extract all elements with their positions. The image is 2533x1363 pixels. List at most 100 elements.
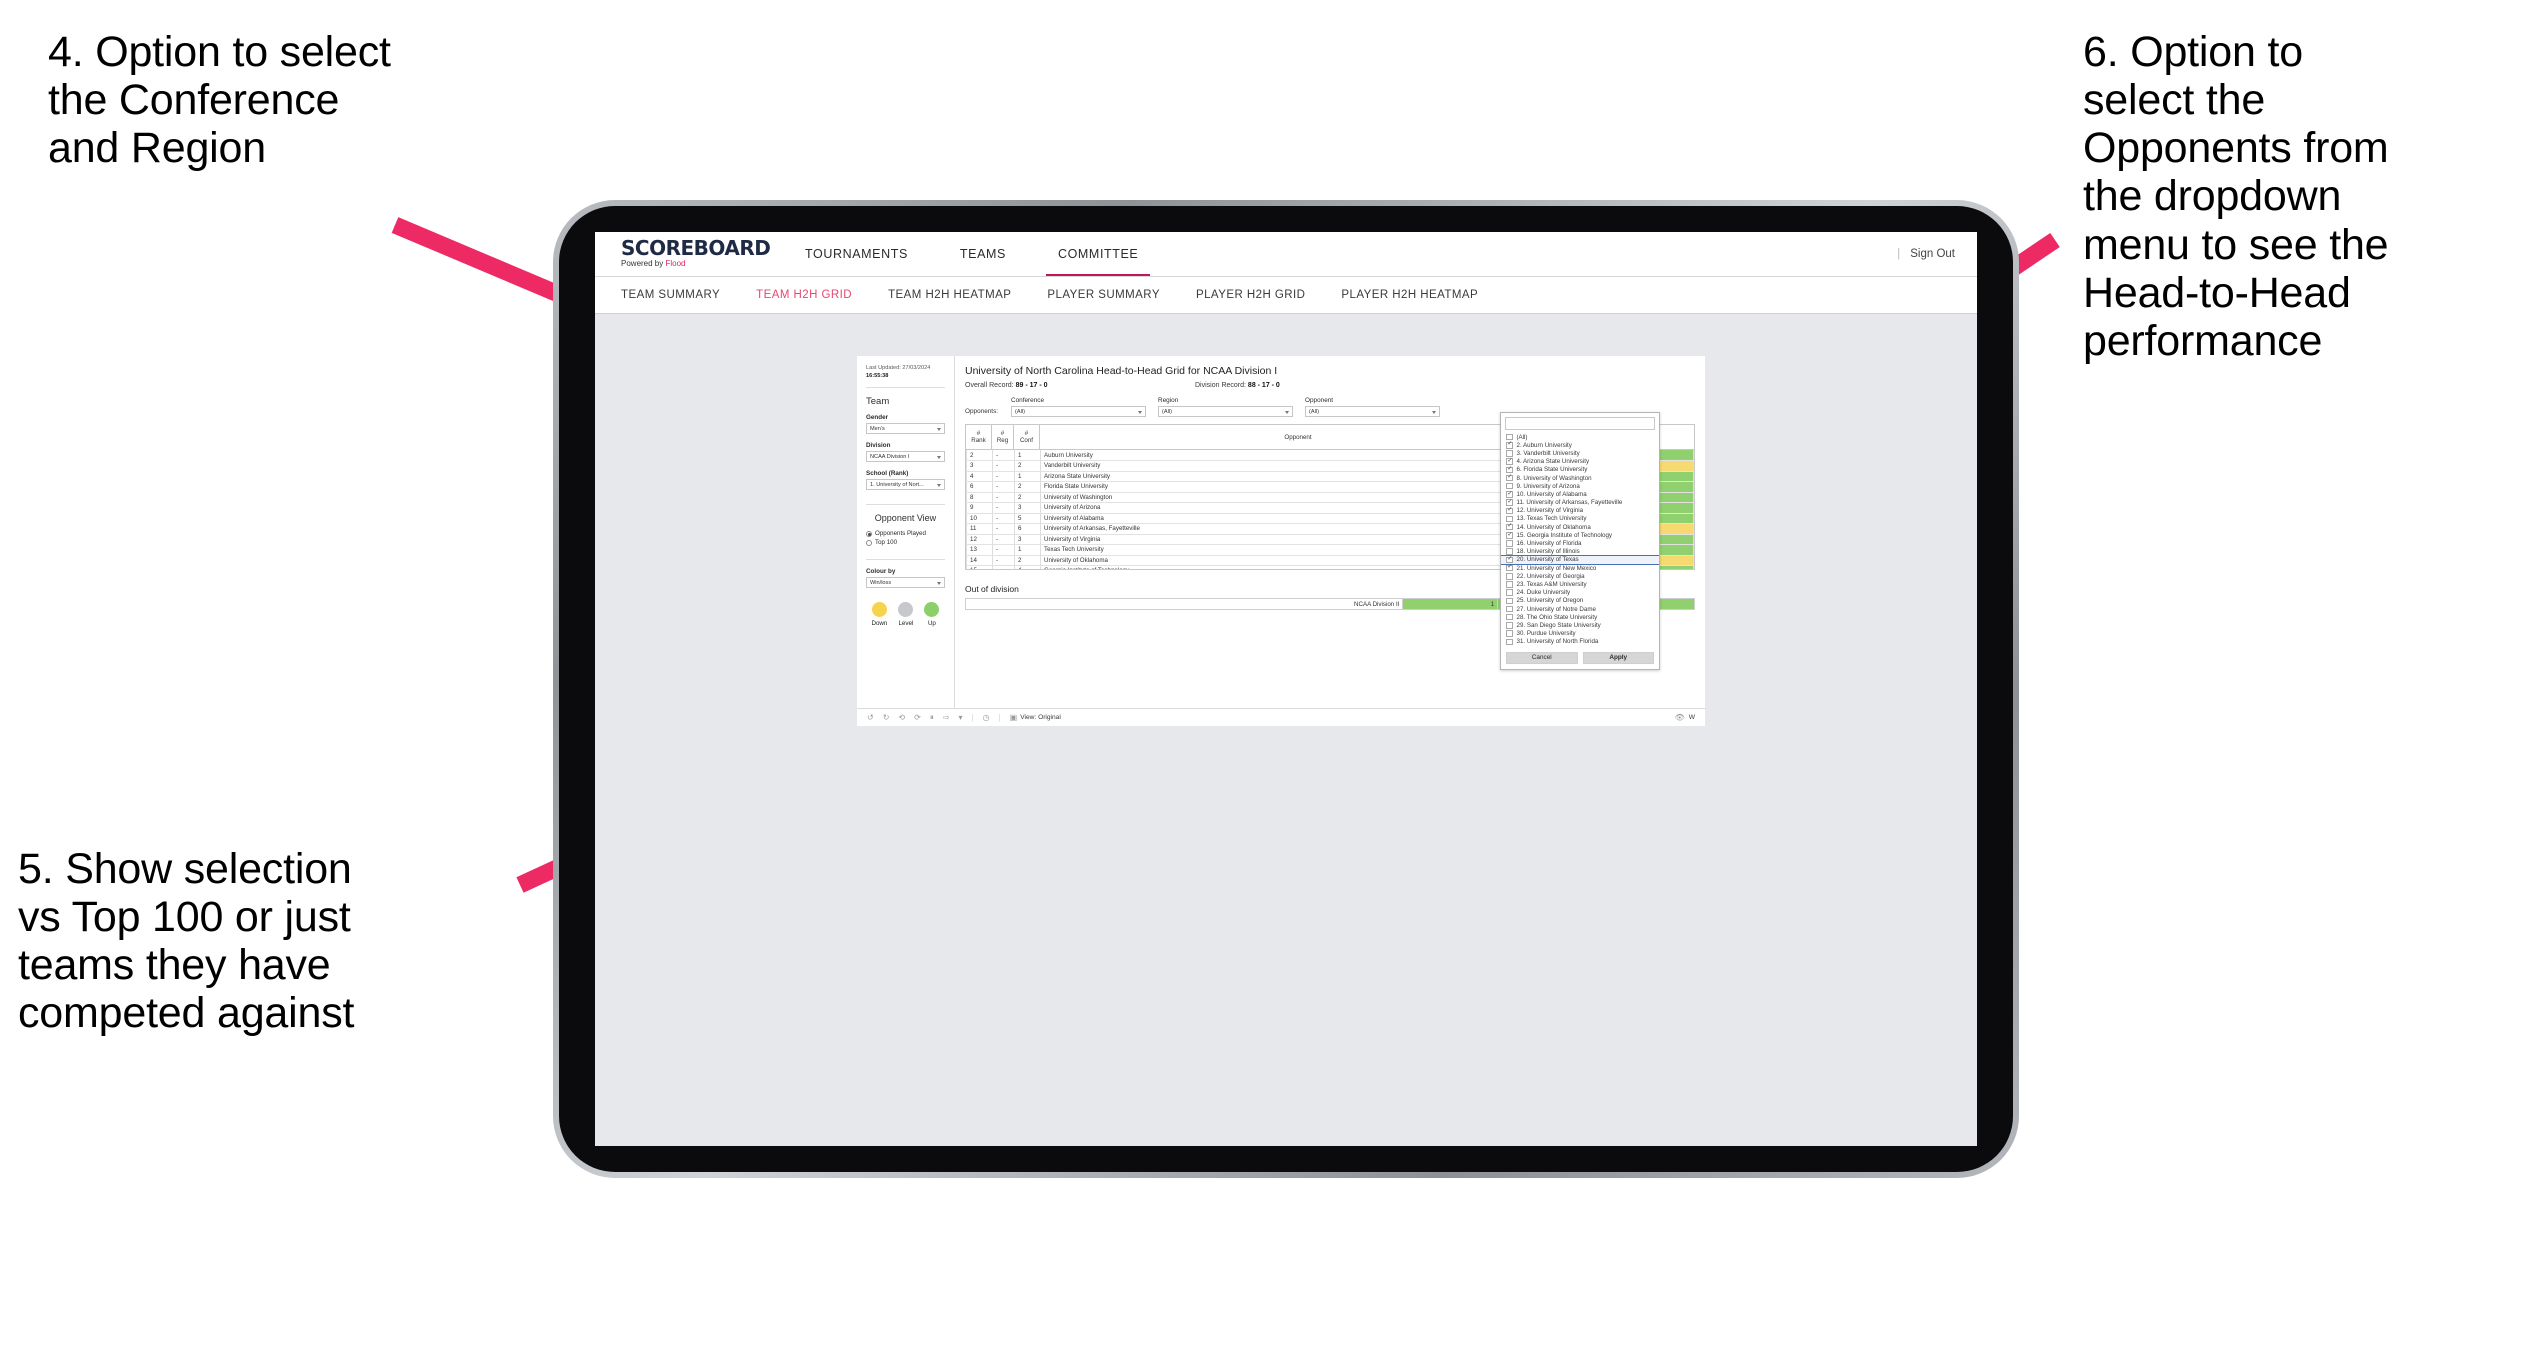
nav-committee[interactable]: COMMITTEE bbox=[1032, 232, 1164, 276]
opponent-option[interactable]: 16. University of Florida bbox=[1501, 539, 1659, 547]
revert-icon[interactable]: ⟲ bbox=[898, 713, 905, 722]
opponent-option[interactable]: 22. University of Georgia bbox=[1501, 572, 1659, 580]
checkbox-checked-icon[interactable] bbox=[1506, 532, 1513, 539]
opponent-filter-label: Opponent bbox=[1305, 397, 1334, 404]
opponent-option[interactable]: 30. Purdue University bbox=[1501, 630, 1659, 638]
checkbox-unchecked-icon[interactable] bbox=[1506, 515, 1513, 523]
opponent-option[interactable]: 28. The Ohio State University bbox=[1501, 613, 1659, 621]
cell-opponent: Texas Tech University bbox=[1040, 544, 1556, 556]
school-rank-select[interactable]: 1. University of Nort... bbox=[866, 479, 945, 490]
opponent-option[interactable]: 15. Georgia Institute of Technology bbox=[1501, 531, 1659, 539]
checkbox-unchecked-icon[interactable] bbox=[1506, 605, 1513, 613]
checkbox-unchecked-icon[interactable] bbox=[1506, 433, 1513, 441]
opponent-option[interactable]: 8. University of Washington bbox=[1501, 474, 1659, 482]
subtab-team-h2h-grid[interactable]: TEAM H2H GRID bbox=[756, 289, 852, 301]
checkbox-unchecked-icon[interactable] bbox=[1506, 573, 1513, 580]
subtab-player-h2h-heatmap[interactable]: PLAYER H2H HEATMAP bbox=[1341, 289, 1478, 301]
opponent-option[interactable]: 2. Auburn University bbox=[1501, 441, 1659, 449]
checkbox-unchecked-icon[interactable] bbox=[1506, 638, 1513, 646]
opponent-option[interactable]: 9. University of Arizona bbox=[1501, 482, 1659, 490]
region-filter-select[interactable]: (All) bbox=[1158, 406, 1293, 417]
checkbox-checked-icon[interactable] bbox=[1506, 441, 1513, 449]
checkbox-unchecked-icon[interactable] bbox=[1506, 630, 1513, 637]
cell-pad bbox=[1655, 523, 1694, 535]
checkbox-checked-icon[interactable] bbox=[1506, 556, 1513, 564]
checkbox-checked-icon[interactable] bbox=[1506, 458, 1513, 465]
col-opponent[interactable]: Opponent bbox=[1039, 424, 1557, 450]
checkbox-unchecked-icon[interactable] bbox=[1506, 622, 1513, 629]
colour-by-label: Colour by bbox=[866, 568, 896, 575]
pause-updates-icon[interactable]: ⏸ bbox=[930, 713, 934, 723]
opponent-option[interactable]: 18. University of Illinois bbox=[1501, 548, 1659, 556]
undo-icon[interactable]: ↺ bbox=[867, 713, 874, 722]
checkbox-checked-icon[interactable] bbox=[1506, 499, 1513, 506]
opponent-dropdown-panel[interactable]: (All)2. Auburn University3. Vanderbilt U… bbox=[1500, 412, 1660, 670]
checkbox-checked-icon[interactable] bbox=[1506, 466, 1513, 474]
opponent-option[interactable]: 6. Florida State University bbox=[1501, 466, 1659, 474]
opponent-option[interactable]: 14. University of Oklahoma bbox=[1501, 523, 1659, 531]
subtab-team-h2h-heatmap[interactable]: TEAM H2H HEATMAP bbox=[888, 289, 1011, 301]
watch-control[interactable]: 👁 W bbox=[1675, 713, 1695, 722]
history-icon[interactable]: ◷ bbox=[983, 713, 990, 722]
checkbox-checked-icon[interactable] bbox=[1506, 564, 1513, 572]
checkbox-checked-icon[interactable] bbox=[1506, 523, 1513, 531]
subtab-player-summary[interactable]: PLAYER SUMMARY bbox=[1047, 289, 1160, 301]
opponent-option[interactable]: 29. San Diego State University bbox=[1501, 621, 1659, 629]
checkbox-checked-icon[interactable] bbox=[1506, 474, 1513, 482]
subtab-team-summary[interactable]: TEAM SUMMARY bbox=[621, 289, 720, 301]
opponent-option[interactable]: 4. Arizona State University bbox=[1501, 458, 1659, 466]
checkbox-unchecked-icon[interactable] bbox=[1506, 581, 1513, 588]
view-original[interactable]: ▣ View: Original bbox=[1010, 713, 1061, 722]
opponent-option[interactable]: 12. University of Virginia bbox=[1501, 507, 1659, 515]
checkbox-unchecked-icon[interactable] bbox=[1506, 548, 1513, 555]
col-conf[interactable]: # Conf bbox=[1013, 424, 1040, 450]
apply-button[interactable]: Apply bbox=[1582, 651, 1654, 664]
radio-on-icon bbox=[866, 530, 872, 537]
opponent-option[interactable]: 27. University of Notre Dame bbox=[1501, 605, 1659, 613]
cell-opponent: University of Alabama bbox=[1040, 513, 1556, 524]
opponent-option[interactable]: 13. Texas Tech University bbox=[1501, 515, 1659, 523]
cancel-button[interactable]: Cancel bbox=[1506, 651, 1578, 664]
legend-down-label: Down bbox=[871, 620, 888, 627]
checkbox-unchecked-icon[interactable] bbox=[1506, 597, 1513, 605]
gender-select[interactable]: Men's bbox=[866, 423, 945, 434]
app-logo[interactable]: SCOREBOARD Powered by Flood bbox=[621, 238, 771, 269]
opponent-option[interactable]: 23. Texas A&M University bbox=[1501, 580, 1659, 588]
subtab-player-h2h-grid[interactable]: PLAYER H2H GRID bbox=[1196, 289, 1305, 301]
region-filter-label: Region bbox=[1158, 397, 1179, 404]
sign-out-link[interactable]: Sign Out bbox=[1910, 248, 1955, 260]
redo-icon[interactable]: ↻ bbox=[883, 713, 890, 722]
radio-opponents-played[interactable]: Opponents Played bbox=[866, 530, 945, 537]
opponent-option[interactable]: 31. University of North Florida bbox=[1501, 638, 1659, 646]
radio-top-100[interactable]: Top 100 bbox=[866, 539, 945, 546]
checkbox-unchecked-icon[interactable] bbox=[1506, 613, 1513, 621]
chevron-down-icon[interactable]: ▾ bbox=[959, 713, 963, 722]
opponent-option[interactable]: 21. University of New Mexico bbox=[1501, 564, 1659, 572]
opponent-search-input[interactable] bbox=[1505, 417, 1655, 430]
checkbox-unchecked-icon[interactable] bbox=[1506, 482, 1513, 490]
col-reg[interactable]: # Reg bbox=[991, 424, 1014, 450]
division-select[interactable]: NCAA Division I bbox=[866, 451, 945, 462]
nav-tournaments[interactable]: TOURNAMENTS bbox=[779, 232, 934, 276]
checkbox-checked-icon[interactable] bbox=[1506, 507, 1513, 515]
opponent-option[interactable]: 25. University of Oregon bbox=[1501, 597, 1659, 605]
checkbox-unchecked-icon[interactable] bbox=[1506, 589, 1513, 596]
checkbox-unchecked-icon[interactable] bbox=[1506, 540, 1513, 547]
opponent-option[interactable]: 20. University of Texas bbox=[1501, 554, 1659, 566]
checkbox-checked-icon[interactable] bbox=[1506, 491, 1513, 498]
nav-teams[interactable]: TEAMS bbox=[934, 232, 1032, 276]
opponent-option[interactable]: (All) bbox=[1501, 433, 1659, 441]
col-rank[interactable]: # Rank bbox=[965, 424, 992, 450]
refresh-data-icon[interactable]: ⟳ bbox=[914, 713, 921, 722]
opponent-option[interactable]: 11. University of Arkansas, Fayetteville bbox=[1501, 499, 1659, 507]
share-icon[interactable]: ⇨ bbox=[943, 713, 950, 722]
opponent-filter-select[interactable]: (All) bbox=[1305, 406, 1440, 417]
opponent-option[interactable]: 3. Vanderbilt University bbox=[1501, 449, 1659, 457]
opponent-checkbox-list[interactable]: (All)2. Auburn University3. Vanderbilt U… bbox=[1501, 433, 1659, 648]
col-blank bbox=[1656, 424, 1695, 450]
opponent-option[interactable]: 10. University of Alabama bbox=[1501, 490, 1659, 498]
opponent-option[interactable]: 24. Duke University bbox=[1501, 589, 1659, 597]
colour-by-select[interactable]: Win/loss bbox=[866, 577, 945, 588]
checkbox-unchecked-icon[interactable] bbox=[1506, 450, 1513, 457]
conference-filter-select[interactable]: (All) bbox=[1011, 406, 1146, 417]
